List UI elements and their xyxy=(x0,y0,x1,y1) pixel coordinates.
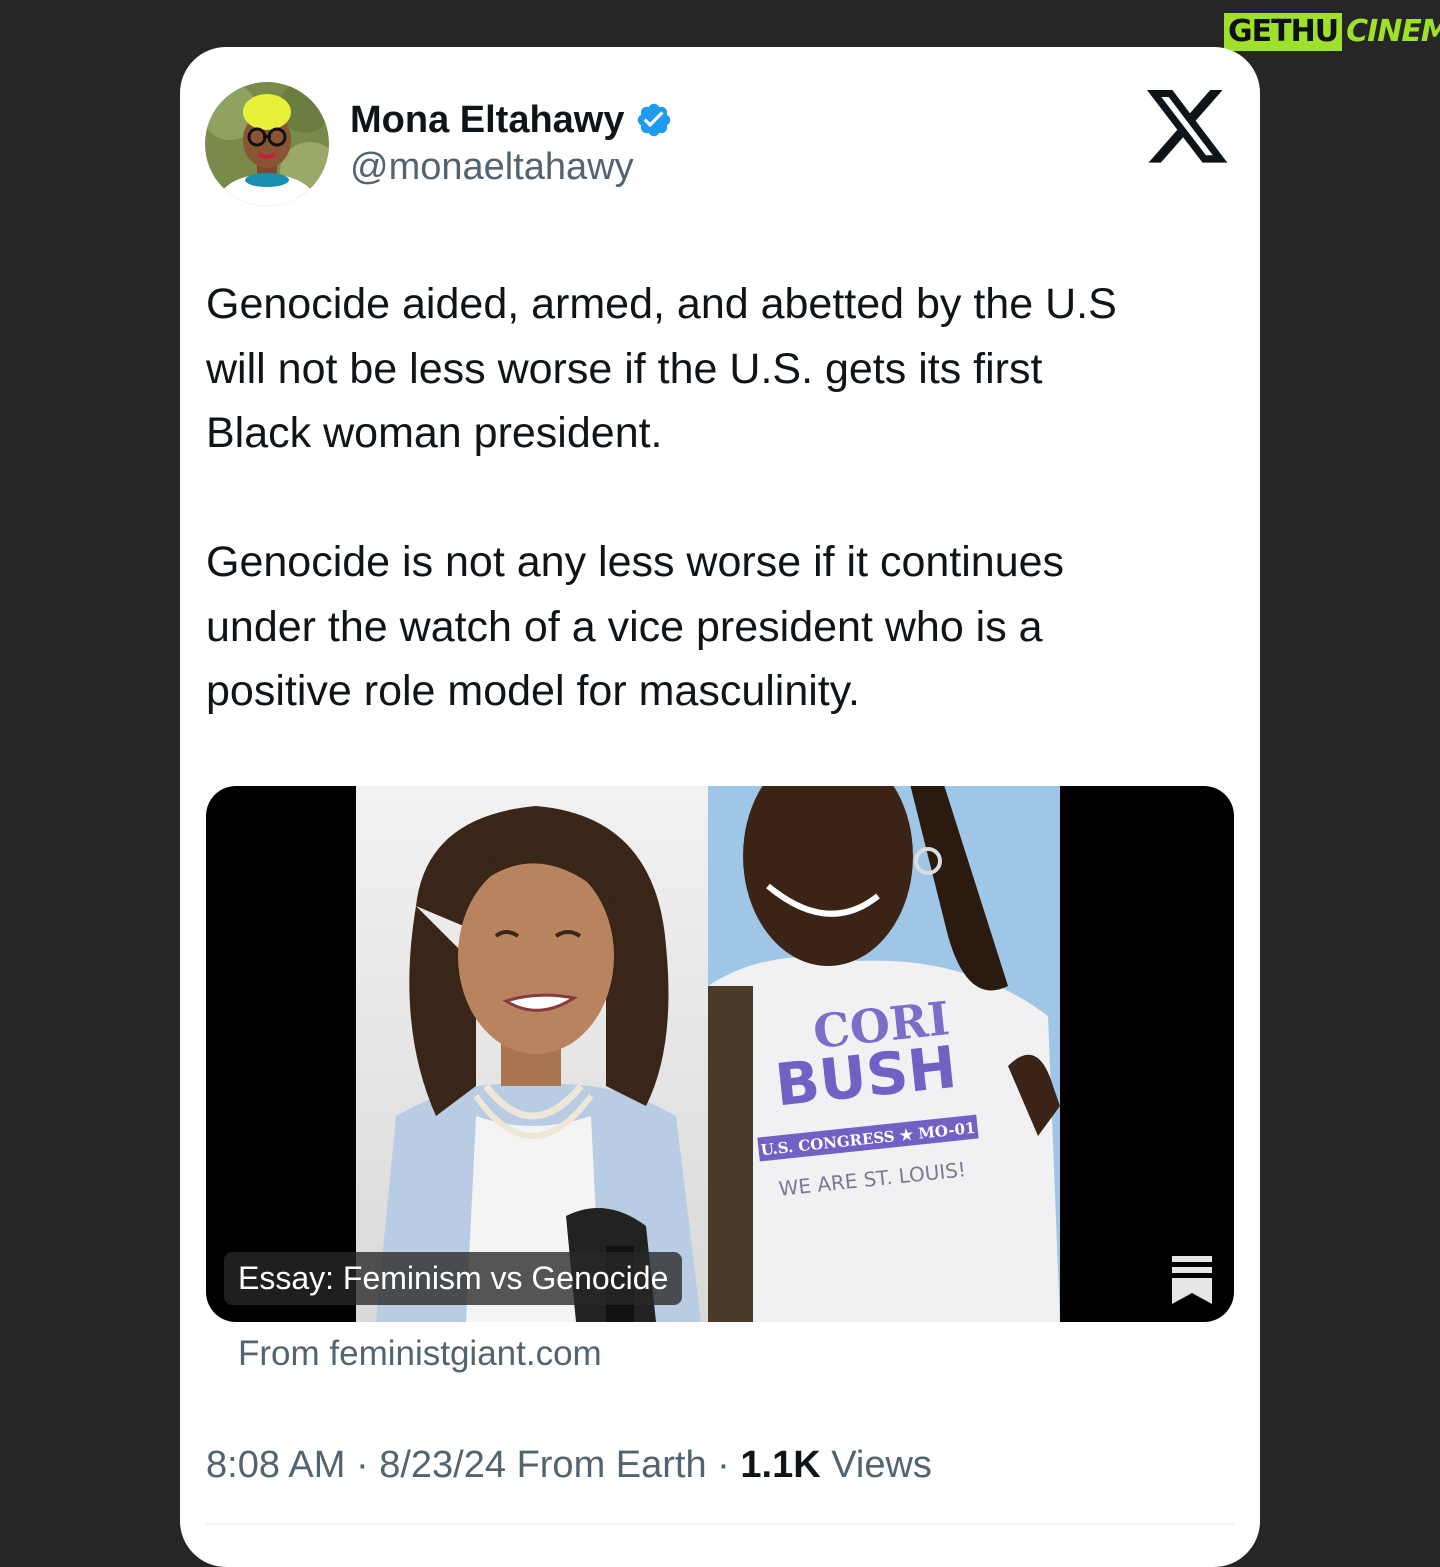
substack-icon xyxy=(1172,1256,1212,1304)
tweet-date[interactable]: 8/23/24 xyxy=(379,1444,506,1486)
divider xyxy=(206,1523,1234,1525)
tweet-location: From Earth xyxy=(516,1444,707,1486)
views-label: Views xyxy=(831,1444,932,1486)
tweet-time[interactable]: 8:08 AM xyxy=(206,1444,345,1486)
link-source[interactable]: From feministgiant.com xyxy=(238,1334,602,1374)
watermark-part2: CINEMA xyxy=(1346,14,1440,49)
author-name-row[interactable]: Mona Eltahawy xyxy=(350,96,673,144)
photo-left xyxy=(356,786,708,1322)
photo-right: CORI BUSH U.S. CONGRESS ★ MO-01 WE ARE S… xyxy=(708,786,1060,1322)
avatar[interactable] xyxy=(205,82,329,206)
tweet-meta: 8:08 AM · 8/23/24 From Earth · 1.1K View… xyxy=(206,1444,932,1486)
watermark-logo: GETHUCINEMA xyxy=(1224,10,1440,54)
link-card-title[interactable]: Essay: Feminism vs Genocide xyxy=(224,1252,683,1305)
watermark-part1: GETHU xyxy=(1224,13,1343,51)
verified-badge-icon xyxy=(637,103,670,137)
tweet-text: Genocide aided, armed, and abetted by th… xyxy=(206,272,1236,724)
link-card-image[interactable]: CORI BUSH U.S. CONGRESS ★ MO-01 WE ARE S… xyxy=(206,786,1234,1322)
x-logo-icon[interactable] xyxy=(1142,90,1232,172)
tweet-paragraph-1: Genocide aided, armed, and abetted by th… xyxy=(206,280,1117,457)
author-name[interactable]: Mona Eltahawy xyxy=(350,99,625,142)
author-handle[interactable]: @monaeltahawy xyxy=(350,146,634,189)
tweet-paragraph-2: Genocide is not any less worse if it con… xyxy=(206,538,1065,715)
views-count: 1.1K xyxy=(740,1444,821,1486)
